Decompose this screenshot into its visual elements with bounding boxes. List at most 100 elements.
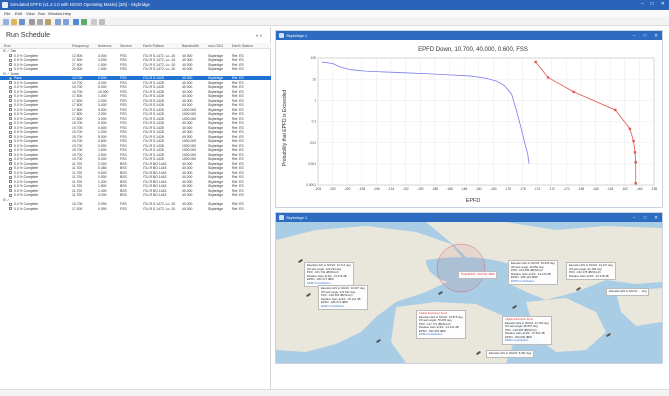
- row-checkbox[interactable]: [9, 112, 12, 116]
- callout-link[interactable]: EPFD Contribution: [321, 304, 365, 309]
- cell-bw: 40.000: [182, 206, 193, 211]
- row-checkbox[interactable]: [9, 54, 12, 58]
- chart-minimize-button[interactable]: –: [633, 33, 636, 39]
- panel-controls[interactable]: ▾ ✕: [256, 33, 262, 38]
- undo-icon[interactable]: [55, 18, 61, 25]
- row-checkbox[interactable]: [9, 153, 12, 157]
- col-non-gso[interactable]: non-GSO: [208, 44, 223, 48]
- y-tick-label: 100: [311, 56, 317, 60]
- x-tick-label: -200: [344, 187, 351, 191]
- row-checkbox[interactable]: [9, 202, 12, 206]
- window-titlebar: Simulated EPFD (v1.2.1.0 with NGSO Opera…: [0, 0, 669, 10]
- close-button[interactable]: ✕: [661, 1, 665, 7]
- row-checkbox[interactable]: [9, 126, 12, 130]
- cut-icon[interactable]: [29, 18, 35, 25]
- menu-view[interactable]: View: [26, 11, 35, 16]
- minimize-button[interactable]: –: [641, 1, 644, 7]
- menu-help[interactable]: Help: [63, 11, 71, 16]
- callout-line: Relative Gain at ES: -41.318 dB: [569, 273, 609, 278]
- row-checkbox[interactable]: [9, 90, 12, 94]
- row-checkbox[interactable]: [9, 85, 12, 89]
- chart-window-title: Skybridge 1: [286, 33, 308, 39]
- row-checkbox[interactable]: [9, 117, 12, 121]
- x-tick-label: -204: [315, 187, 322, 191]
- col-bandwidth[interactable]: Bandwidth: [182, 44, 199, 48]
- map-minimize-button[interactable]: –: [633, 215, 636, 221]
- col-service[interactable]: Service: [120, 44, 132, 48]
- row-checkbox[interactable]: [9, 139, 12, 143]
- col-antenna[interactable]: Antenna: [98, 44, 111, 48]
- map-icon[interactable]: [81, 18, 87, 25]
- settings-icon[interactable]: [99, 18, 105, 25]
- map-window-title: Skybridge 1: [286, 215, 308, 221]
- row-checkbox[interactable]: [9, 180, 12, 184]
- menu-window[interactable]: Window: [48, 11, 62, 16]
- callout-link[interactable]: EPFD Contribution: [505, 338, 549, 343]
- cell-freq: 17.000: [72, 206, 83, 211]
- row-checkbox[interactable]: [9, 99, 12, 103]
- epfd-chart[interactable]: EPFD Down, 10.700, 40.000, 0.600, FSS Pr…: [276, 40, 662, 207]
- paste-icon[interactable]: [45, 18, 51, 25]
- data-point: [634, 160, 637, 164]
- chart-maximize-button[interactable]: □: [644, 33, 647, 39]
- save-icon[interactable]: [19, 18, 25, 25]
- row-checkbox[interactable]: [9, 108, 12, 112]
- row-checkbox[interactable]: [9, 144, 12, 148]
- menu-edit[interactable]: Edit: [15, 11, 22, 16]
- row-checkbox[interactable]: [9, 63, 12, 67]
- row-checkbox[interactable]: [9, 81, 12, 85]
- row-checkbox[interactable]: [9, 157, 12, 161]
- copy-icon[interactable]: [37, 18, 43, 25]
- row-checkbox[interactable]: [9, 189, 12, 193]
- x-tick-label: -172: [549, 187, 556, 191]
- data-point: [633, 151, 637, 154]
- row-checkbox[interactable]: [9, 130, 12, 134]
- cell-es: Ref. ES: [232, 206, 244, 211]
- row-checkbox[interactable]: [9, 103, 12, 107]
- table-row[interactable]: 0.0 % Complete 17.000 0.090 FSS ITU-R S.1472…: [0, 207, 271, 211]
- callout-link[interactable]: EPFD Contribution: [419, 332, 463, 337]
- maximize-button[interactable]: □: [651, 1, 654, 7]
- x-tick-label: -180: [490, 187, 497, 191]
- panel-title: Run Schedule: [6, 32, 50, 39]
- row-checkbox[interactable]: [9, 171, 12, 175]
- map-callout: Visible Exclusion Zone Elevation ES to NG…: [416, 310, 466, 339]
- y-tick-label: 0.01: [310, 141, 316, 145]
- menu-file[interactable]: File: [4, 11, 10, 16]
- row-checkbox[interactable]: [9, 94, 12, 98]
- row-checkbox[interactable]: [9, 67, 12, 71]
- chart-icon[interactable]: [73, 18, 79, 25]
- row-checkbox[interactable]: [9, 148, 12, 152]
- row-checkbox[interactable]: [9, 175, 12, 179]
- callout-link[interactable]: EPFD Contribution: [511, 279, 555, 284]
- cell-pattern: ITU-R S.1472, Lo -20: [143, 206, 176, 211]
- data-point: [572, 90, 575, 94]
- col-run[interactable]: Run: [4, 44, 11, 48]
- new-icon[interactable]: [3, 18, 9, 25]
- callout-line: Elevation ES to NGSO: 5.051 deg: [489, 351, 532, 355]
- row-checkbox[interactable]: [9, 135, 12, 139]
- row-checkbox[interactable]: [9, 58, 12, 62]
- run-schedule-panel: Run Schedule ▾ ✕ Run Frequency Antenna S…: [0, 27, 271, 396]
- map-maximize-button[interactable]: □: [644, 215, 647, 221]
- col-earth-station[interactable]: Earth Station: [232, 44, 253, 48]
- map-close-button[interactable]: ✕: [654, 215, 658, 221]
- map-callout: Elevation ES to NGSO: 10.007 deg Off axis…: [318, 285, 368, 310]
- row-checkbox[interactable]: [9, 184, 12, 188]
- row-checkbox[interactable]: [9, 121, 12, 125]
- zoom-icon[interactable]: [91, 18, 97, 25]
- open-icon[interactable]: [11, 18, 17, 25]
- data-point: [534, 60, 537, 64]
- world-map[interactable]: Elevation ES to NGSO: 12.714 deg Off axis…: [276, 222, 662, 363]
- row-checkbox[interactable]: [9, 166, 12, 170]
- map-window-header: Skybridge 1 – □ ✕: [276, 213, 662, 222]
- row-checkbox[interactable]: [9, 76, 12, 80]
- row-checkbox[interactable]: [9, 193, 12, 197]
- chart-close-button[interactable]: ✕: [654, 33, 658, 39]
- col-frequency[interactable]: Frequency: [72, 44, 89, 48]
- row-checkbox[interactable]: [9, 162, 12, 166]
- row-checkbox[interactable]: [9, 207, 12, 211]
- redo-icon[interactable]: [63, 18, 69, 25]
- col-earth-pattern[interactable]: Earth Pattern: [143, 44, 164, 48]
- menu-run[interactable]: Run: [38, 11, 45, 16]
